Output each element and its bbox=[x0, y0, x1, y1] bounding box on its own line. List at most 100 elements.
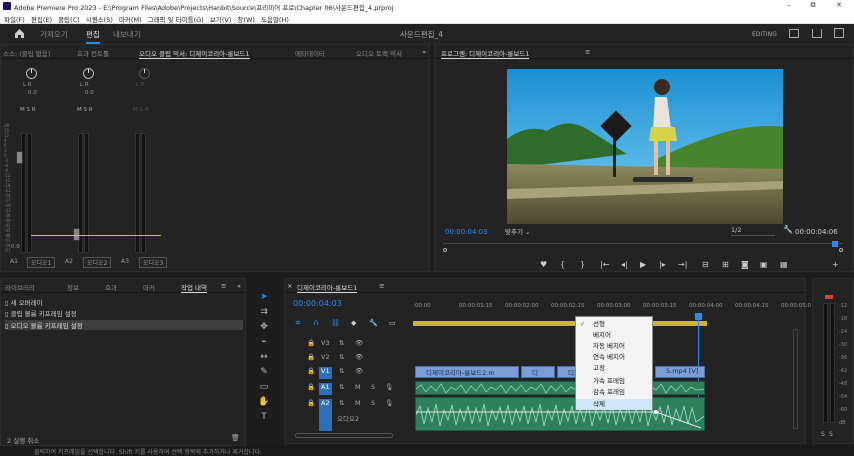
tab-source[interactable]: 소스: (클립 없음) bbox=[3, 48, 50, 58]
volume-fader-a1[interactable] bbox=[16, 151, 23, 164]
program-menu-icon[interactable]: ≡ bbox=[585, 48, 590, 56]
menu-file[interactable]: 파일(F) bbox=[4, 14, 25, 24]
tab-libraries[interactable]: 라이브러리 bbox=[5, 282, 35, 292]
menu-graphics[interactable]: 그래픽 및 타이틀(G) bbox=[148, 14, 204, 24]
lock-icon[interactable]: 🔒 bbox=[307, 353, 315, 365]
eye-icon[interactable]: 👁 bbox=[355, 339, 363, 351]
maximize-button[interactable]: ⧉ bbox=[806, 1, 820, 11]
menu-sequence[interactable]: 시퀀스(S) bbox=[86, 14, 113, 24]
tab-audio-track-mixer[interactable]: 오디오 트랙 믹서 bbox=[356, 48, 402, 58]
pan-knob-a3[interactable] bbox=[139, 68, 150, 79]
zoom-handle-right[interactable] bbox=[839, 248, 843, 252]
solo-left-button[interactable]: S bbox=[821, 431, 825, 438]
tab-metadata[interactable]: 메타데이터 bbox=[295, 48, 325, 58]
menu-item-auto-bezier[interactable]: 자동 베지어 bbox=[576, 341, 652, 352]
eye-icon[interactable]: 👁 bbox=[355, 367, 363, 379]
video-clip[interactable]: 5.mp4 [V] bbox=[655, 366, 705, 378]
go-to-in-icon[interactable]: |← bbox=[600, 260, 609, 269]
timeline-menu-icon[interactable]: ≡ bbox=[379, 282, 384, 290]
captions-icon[interactable]: ▭ bbox=[389, 319, 396, 327]
menu-item-ease-in[interactable]: 가속 프레임 bbox=[576, 376, 652, 387]
menu-view[interactable]: 보기(V) bbox=[210, 14, 231, 24]
pan-knob-a2[interactable] bbox=[83, 68, 94, 79]
mic-icon[interactable]: 🎙 bbox=[385, 383, 393, 395]
ripple-edit-tool-icon[interactable]: ✥ bbox=[258, 321, 270, 333]
timeline-timecode[interactable]: 00:00:04:03 bbox=[293, 299, 342, 308]
snap-icon[interactable]: ∩ bbox=[313, 318, 319, 327]
menu-item-delete[interactable]: 삭제 bbox=[576, 399, 652, 410]
tab-edit[interactable]: 편집 bbox=[86, 29, 100, 44]
home-icon[interactable] bbox=[14, 28, 25, 39]
lock-icon[interactable]: 🔒 bbox=[307, 383, 315, 395]
menu-item-bezier[interactable]: 베지어 bbox=[576, 330, 652, 341]
step-back-icon[interactable]: ◂| bbox=[621, 260, 628, 269]
track-a1[interactable]: A1 bbox=[319, 383, 332, 395]
mark-out-icon[interactable]: } bbox=[580, 260, 585, 269]
proxy-toggle-icon[interactable]: ▦ bbox=[780, 260, 788, 269]
track-mute-a1[interactable]: M bbox=[355, 383, 361, 395]
menu-window[interactable]: 창(W) bbox=[237, 14, 254, 24]
add-marker-icon[interactable]: ♥ bbox=[540, 260, 547, 269]
track-a2[interactable]: A2 bbox=[319, 399, 332, 431]
playhead-marker[interactable] bbox=[832, 241, 838, 247]
msr-buttons-a1[interactable]: M S R bbox=[20, 107, 36, 113]
program-scrubber[interactable] bbox=[443, 243, 843, 251]
menu-clip[interactable]: 클립(C) bbox=[58, 14, 80, 24]
tab-markers[interactable]: 마커 bbox=[143, 282, 155, 292]
history-menu-icon[interactable]: ≡ bbox=[221, 282, 226, 290]
time-ruler[interactable]: :00:00 00:00:01:15 00:00:02:00 00:00:02:15 0… bbox=[413, 303, 811, 315]
tab-export[interactable]: 내보내기 bbox=[113, 29, 141, 40]
track-v1[interactable]: V1 bbox=[319, 367, 332, 379]
track-solo-a1[interactable]: S bbox=[371, 383, 375, 395]
slip-tool-icon[interactable]: ↔ bbox=[258, 351, 270, 363]
program-video-frame[interactable] bbox=[507, 69, 783, 224]
wrench-icon[interactable]: 🔧 bbox=[783, 225, 793, 234]
pan-knob-a1[interactable] bbox=[26, 68, 37, 79]
nest-icon[interactable]: ✲ bbox=[295, 319, 301, 327]
tab-effect-controls[interactable]: 효과 컨트롤 bbox=[77, 48, 109, 58]
lock-icon[interactable]: 🔒 bbox=[307, 339, 315, 351]
linked-selection-icon[interactable]: ⛓ bbox=[331, 319, 340, 327]
more-tabs-icon[interactable]: » bbox=[422, 48, 426, 56]
mark-in-icon[interactable]: { bbox=[560, 260, 565, 269]
tab-audio-clip-mixer[interactable]: 오디오 클립 믹서: 디제이코리아-롱보드1 bbox=[139, 48, 250, 59]
eye-icon[interactable]: 👁 bbox=[355, 353, 363, 365]
close-icon[interactable]: × bbox=[287, 282, 292, 290]
solo-right-button[interactable]: S bbox=[829, 431, 833, 438]
menu-help[interactable]: 도움말(H) bbox=[261, 14, 289, 24]
menu-marker[interactable]: 마커(M) bbox=[119, 14, 142, 24]
quality-dropdown[interactable]: 1/2 bbox=[731, 226, 775, 236]
menu-item-ease-out[interactable]: 감속 프레임 bbox=[576, 387, 652, 398]
timeline-title[interactable]: 디제이코리아-롱보드1 bbox=[297, 282, 358, 293]
vertical-scrollbar[interactable] bbox=[793, 329, 798, 429]
marker-icon[interactable]: ◆ bbox=[351, 319, 356, 327]
go-to-out-icon[interactable]: →| bbox=[678, 260, 687, 269]
minimize-button[interactable]: – bbox=[782, 1, 796, 11]
menu-item-hold[interactable]: 고정 bbox=[576, 363, 652, 374]
fullscreen-icon[interactable] bbox=[834, 28, 844, 38]
sync-lock-icon[interactable]: ⇅ bbox=[339, 383, 344, 395]
zoom-handle-left[interactable] bbox=[443, 248, 447, 252]
sync-lock-icon[interactable]: ⇅ bbox=[339, 353, 344, 365]
horizontal-scrollbar[interactable] bbox=[295, 433, 393, 438]
lift-icon[interactable]: ⊟ bbox=[702, 260, 709, 269]
audio-clip-a1[interactable] bbox=[415, 381, 705, 395]
track-solo-a2[interactable]: S bbox=[371, 399, 375, 411]
track-v2[interactable]: V2 bbox=[321, 353, 330, 365]
tab-history[interactable]: 작업 내역 bbox=[181, 282, 207, 293]
program-timecode[interactable]: 00:00:04:03 bbox=[445, 228, 488, 236]
lock-icon[interactable]: 🔒 bbox=[307, 399, 315, 411]
video-clip[interactable]: 디 bbox=[521, 366, 555, 378]
trash-icon[interactable]: 🗑 bbox=[231, 434, 240, 442]
fit-dropdown[interactable]: 맞추기 ⌄ bbox=[505, 226, 549, 236]
rectangle-tool-icon[interactable]: ▭ bbox=[258, 381, 270, 393]
tab-effects[interactable]: 효과 bbox=[105, 282, 117, 292]
msr-buttons-a3[interactable]: M S R bbox=[133, 107, 149, 113]
sync-lock-icon[interactable]: ⇅ bbox=[339, 339, 344, 351]
lock-icon[interactable]: 🔒 bbox=[307, 367, 315, 379]
work-area-bar[interactable] bbox=[413, 321, 707, 326]
tab-import[interactable]: 가져오기 bbox=[40, 29, 68, 40]
msr-buttons-a2[interactable]: M S R bbox=[77, 107, 93, 113]
history-item-selected[interactable]: ▯ 오디오 볼륨 키프레임 설정 bbox=[5, 320, 243, 330]
add-button-icon[interactable]: + bbox=[832, 260, 839, 269]
